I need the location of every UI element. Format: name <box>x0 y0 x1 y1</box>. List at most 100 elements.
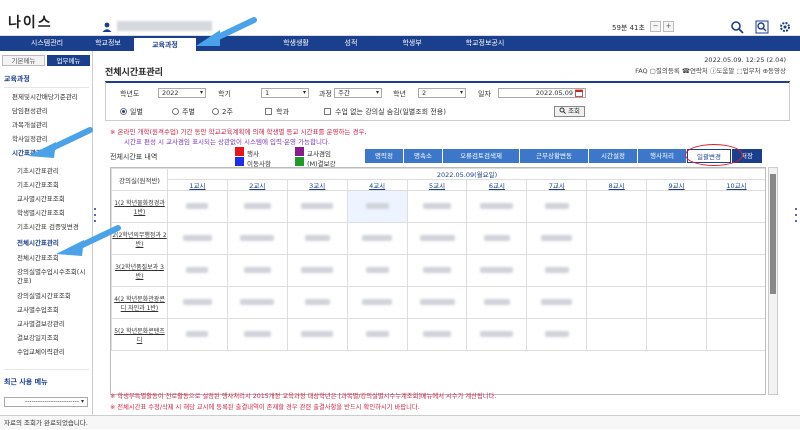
period-cell[interactable] <box>646 318 708 351</box>
period-cell[interactable] <box>346 222 408 255</box>
recent-menu-select[interactable]: ------------------------- ▾ <box>4 397 88 407</box>
period-cell[interactable] <box>167 190 228 223</box>
sidebar-subitem[interactable]: 기초시간표관리 <box>17 165 59 175</box>
period-cell[interactable] <box>226 286 288 319</box>
nav-grades[interactable]: 성적 <box>326 36 376 51</box>
period-cell[interactable] <box>286 190 348 223</box>
period-cell[interactable] <box>286 286 348 319</box>
period-cell[interactable] <box>646 190 708 223</box>
sidebar-item[interactable]: 편제및시간배당기준관리 <box>12 91 78 101</box>
action-button[interactable]: 명속소 <box>404 149 442 163</box>
period-cell[interactable] <box>346 286 408 319</box>
period-cell[interactable] <box>406 222 468 255</box>
radio-weekly[interactable] <box>172 108 179 115</box>
period-cell[interactable] <box>226 222 288 255</box>
nav-hidden[interactable] <box>196 36 266 51</box>
sidebar-subitem[interactable]: 교사별수업조회 <box>17 304 59 314</box>
period-cell[interactable] <box>406 254 468 287</box>
period-cell[interactable] <box>406 286 468 319</box>
room-cell[interactable]: 4(2 학년문화관광콘디 자인과 1반) <box>111 286 168 319</box>
sidebar-item[interactable]: 학사일정관리 <box>12 133 48 143</box>
period-cell[interactable] <box>526 254 588 287</box>
period-cell[interactable] <box>586 222 648 255</box>
sidebar-subitem[interactable]: 기초시간표조회 <box>17 179 59 189</box>
checkbox-hide-empty[interactable] <box>324 108 331 115</box>
nav-info-disclosure[interactable]: 학교정보공시 <box>448 36 522 51</box>
timer-minus-button[interactable]: − <box>650 21 661 32</box>
period-cell[interactable] <box>466 254 528 287</box>
period-cell[interactable] <box>226 190 288 223</box>
sidebar-resize-handle[interactable] <box>93 205 97 225</box>
period-cell[interactable] <box>526 286 588 319</box>
period-cell[interactable] <box>706 254 765 287</box>
timer-plus-button[interactable]: + <box>663 21 674 32</box>
period-cell[interactable] <box>586 190 648 223</box>
period-cell[interactable] <box>586 318 648 351</box>
period-cell[interactable] <box>586 286 648 319</box>
sidebar-item-timetable[interactable]: 시간표관리 <box>12 147 42 157</box>
sidebar-item[interactable]: 과목개설관리 <box>12 119 48 129</box>
period-cell[interactable] <box>466 318 528 351</box>
room-cell[interactable]: 5(2 학년문화콘텐츠디 <box>111 318 168 351</box>
sidebar-subitem[interactable]: 결보강일지조회 <box>17 332 59 342</box>
tab-work-menu[interactable]: 업무메뉴 <box>47 55 90 66</box>
period-cell[interactable] <box>167 222 228 255</box>
sidebar-subitem[interactable]: 간표) <box>17 275 32 285</box>
period-cell[interactable] <box>466 190 528 223</box>
period-cell[interactable] <box>586 254 648 287</box>
search-icon[interactable] <box>730 20 744 34</box>
period-cell[interactable] <box>706 222 765 255</box>
room-cell[interactable]: 3(2학년품질보과 3반) <box>111 254 168 287</box>
nav-system[interactable]: 시스템관리 <box>12 36 82 51</box>
sidebar-subitem[interactable]: 기초시간표 검증및변경 <box>17 221 79 231</box>
settings-icon[interactable] <box>778 20 792 34</box>
sidebar-item[interactable]: 담임편성관리 <box>12 105 48 115</box>
sidebar-subitem[interactable]: 강의실별시간표조회 <box>17 290 71 300</box>
period-cell[interactable] <box>346 190 408 223</box>
sidebar-subitem[interactable]: 전체시간표조회 <box>17 252 59 262</box>
period-cell[interactable] <box>226 254 288 287</box>
nav-student-record[interactable]: 학생부 <box>376 36 448 51</box>
grade-select[interactable]: 2 <box>418 88 466 98</box>
radio-daily[interactable] <box>120 108 127 115</box>
year-select[interactable]: 2022 <box>158 88 206 98</box>
period-cell[interactable] <box>167 286 228 319</box>
period-cell[interactable] <box>286 222 348 255</box>
table-scrollbar[interactable] <box>768 167 778 395</box>
date-input[interactable]: 2022.05.09 <box>498 88 586 98</box>
room-cell[interactable]: 1(2 학년물화정경과 1반) <box>111 190 168 223</box>
period-cell[interactable] <box>466 286 528 319</box>
room-cell[interactable]: 2(2학년의무행정과 2반) <box>111 222 168 255</box>
period-cell[interactable] <box>167 254 228 287</box>
period-cell[interactable] <box>466 222 528 255</box>
right-resize-handle[interactable] <box>794 205 798 225</box>
radio-2week[interactable] <box>212 108 219 115</box>
period-cell[interactable] <box>286 254 348 287</box>
sidebar-subitem[interactable]: 학생별시간표조회 <box>17 207 65 217</box>
action-button[interactable]: 명력정 <box>365 149 403 163</box>
action-button[interactable]: 행사처리 <box>638 149 686 163</box>
help-links[interactable]: FAQ ▢질의등록 ☎연락처 ⓘ도움말 ⬚업무처 ⊕동영상 <box>635 65 786 75</box>
period-cell[interactable] <box>406 318 468 351</box>
period-cell[interactable] <box>526 190 588 223</box>
period-cell[interactable] <box>526 222 588 255</box>
scrollbar-thumb[interactable] <box>770 174 776 294</box>
nav-school-info[interactable]: 학교정보 <box>82 36 134 51</box>
calendar-icon[interactable] <box>575 89 583 97</box>
period-cell[interactable] <box>226 318 288 351</box>
nav-curriculum[interactable]: 교육과정 <box>134 36 196 51</box>
term-select[interactable]: 1 <box>261 88 309 98</box>
sidebar-subitem-full-timetable[interactable]: 전체시간표관리 <box>17 237 59 247</box>
period-cell[interactable] <box>346 254 408 287</box>
period-cell[interactable] <box>167 318 228 351</box>
action-button[interactable]: 시간설정 <box>589 149 637 163</box>
sidebar-subitem[interactable]: 수업교체이력관리 <box>17 346 65 356</box>
course-select[interactable]: 주간 <box>334 88 382 98</box>
checkbox-dept[interactable] <box>265 108 272 115</box>
tab-basic-menu[interactable]: 기본메뉴 <box>2 55 45 66</box>
search-button[interactable]: 조회 <box>554 106 586 117</box>
period-cell[interactable] <box>406 190 468 223</box>
period-cell[interactable] <box>646 286 708 319</box>
period-cell[interactable] <box>646 222 708 255</box>
period-cell[interactable] <box>346 318 408 351</box>
